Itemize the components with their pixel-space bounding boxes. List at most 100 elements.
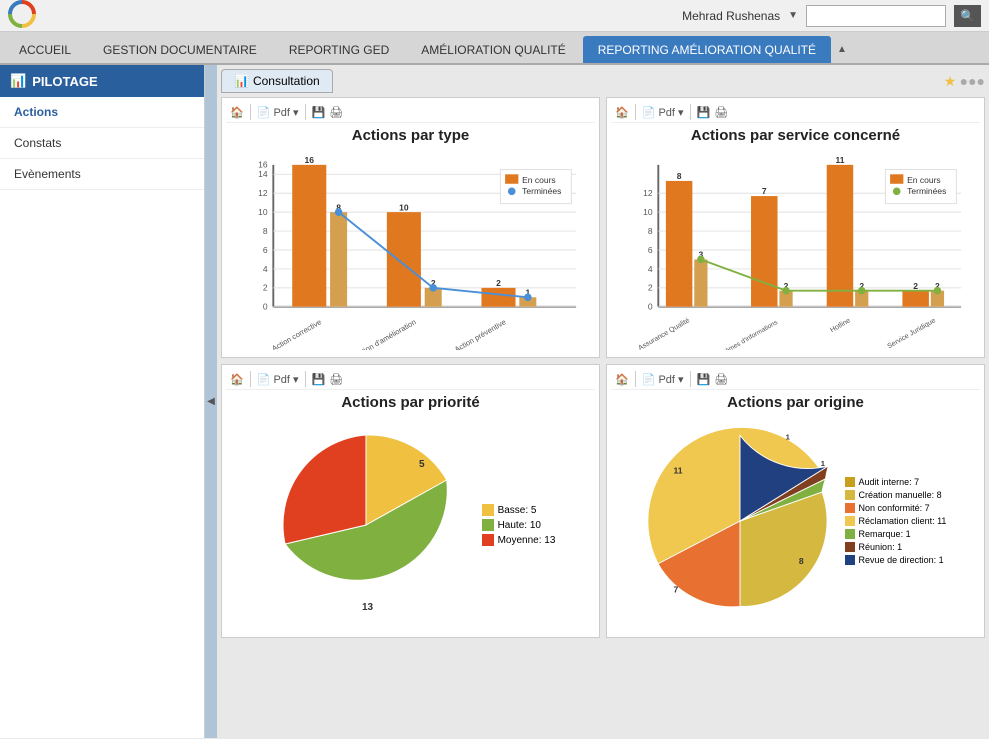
svg-text:8: 8 xyxy=(263,226,268,236)
sidebar-item-actions[interactable]: Actions xyxy=(0,97,204,128)
tab-accueil[interactable]: ACCUEIL xyxy=(4,36,86,63)
chart3-legend: Basse: 5 Haute: 10 Moyenne: 13 xyxy=(482,501,556,549)
svg-text:Assurance Qualité: Assurance Qualité xyxy=(637,316,691,350)
divider-3b xyxy=(305,371,306,387)
toolbar-print-3[interactable]: 🖨 xyxy=(329,373,343,386)
svg-text:2: 2 xyxy=(913,281,918,291)
toolbar-home-3[interactable]: 🏠 xyxy=(230,373,244,386)
search-input[interactable] xyxy=(806,5,946,27)
toolbar-save-2[interactable]: 💾 xyxy=(697,106,711,119)
chart2-svg: 0 2 4 6 8 10 12 8 xyxy=(611,150,980,350)
chart4-legend: Audit interne: 7 Création manuelle: 8 No… xyxy=(845,474,947,568)
search-button[interactable]: 🔍 xyxy=(954,5,981,27)
svg-text:14: 14 xyxy=(258,169,268,179)
user-dropdown-icon[interactable]: ▼ xyxy=(788,10,798,21)
legend-label-revue: Revue de direction: 1 xyxy=(859,555,944,565)
legend-label-nonconf: Non conformité: 7 xyxy=(859,503,930,513)
chart-panel-service: 🏠 📄 Pdf ▾ 💾 🖨 Actions par service concer… xyxy=(606,97,985,358)
tab-gestion[interactable]: GESTION DOCUMENTAIRE xyxy=(88,36,272,63)
svg-text:2: 2 xyxy=(263,283,268,293)
chart3-title: Actions par priorité xyxy=(226,394,595,411)
svg-text:7: 7 xyxy=(673,584,678,594)
chart4-title: Actions par origine xyxy=(611,394,980,411)
svg-text:8: 8 xyxy=(798,556,803,566)
main-layout: 📊 PILOTAGE Actions Constats Evènements ◀… xyxy=(0,65,989,738)
legend-color-basse xyxy=(482,504,494,516)
toolbar-pdf-4[interactable]: 📄 Pdf ▾ xyxy=(642,373,684,386)
legend-label-reunion: Réunion: 1 xyxy=(859,542,903,552)
svg-text:10: 10 xyxy=(399,202,409,212)
svg-text:6: 6 xyxy=(648,245,653,255)
svg-text:11: 11 xyxy=(673,466,682,476)
chart-toolbar-2: 🏠 📄 Pdf ▾ 💾 🖨 xyxy=(611,102,980,123)
divider-3 xyxy=(250,371,251,387)
legend-basse: Basse: 5 xyxy=(482,504,556,516)
toolbar-pdf-1[interactable]: 📄 Pdf ▾ xyxy=(257,106,299,119)
toolbar-save-4[interactable]: 💾 xyxy=(697,373,711,386)
consultation-tab-icon: 📊 xyxy=(234,74,249,88)
legend-reclamation: Réclamation client: 11 xyxy=(845,516,947,526)
bar-amelioration-encours xyxy=(387,212,421,307)
consultation-tab-label: Consultation xyxy=(253,74,320,88)
legend-label-creation: Création manuelle: 8 xyxy=(859,490,942,500)
user-name[interactable]: Mehrad Rushenas xyxy=(682,9,780,23)
content-area: 📊 Consultation ★ ●●● 🏠 📄 Pdf ▾ 💾 🖨 xyxy=(217,65,989,738)
sidebar-header: 📊 PILOTAGE xyxy=(0,65,204,97)
sidebar-item-constats[interactable]: Constats xyxy=(0,128,204,159)
legend-remarque: Remarque: 1 xyxy=(845,529,947,539)
app-logo xyxy=(8,0,36,31)
legend-color-audit xyxy=(845,477,855,487)
chart-panel-priorite: 🏠 📄 Pdf ▾ 💾 🖨 Actions par priorité xyxy=(221,364,600,638)
toolbar-print-4[interactable]: 🖨 xyxy=(714,373,728,386)
svg-text:6: 6 xyxy=(263,245,268,255)
tab-amelioration[interactable]: AMÉLIORATION QUALITÉ xyxy=(406,36,580,63)
toolbar-home-4[interactable]: 🏠 xyxy=(615,373,629,386)
chart-panel-origine: 🏠 📄 Pdf ▾ 💾 🖨 Actions par origine xyxy=(606,364,985,638)
chart1-title: Actions par type xyxy=(226,127,595,144)
legend-color-revue xyxy=(845,555,855,565)
pilotage-icon: 📊 xyxy=(10,73,26,89)
tab-reporting-ged[interactable]: REPORTING GED xyxy=(274,36,404,63)
dots-icon[interactable]: ●●● xyxy=(960,73,985,89)
top-bar: Mehrad Rushenas ▼ 🔍 xyxy=(0,0,989,32)
star-icon[interactable]: ★ xyxy=(944,73,957,89)
chart4-container: 7 8 7 11 1 xyxy=(611,417,980,625)
svg-text:Action préventive: Action préventive xyxy=(453,317,508,350)
divider-4b xyxy=(690,371,691,387)
legend-label-basse: Basse: 5 xyxy=(498,505,537,516)
chart3-pie: 5 10 13 xyxy=(266,425,466,625)
svg-text:Action corrective: Action corrective xyxy=(270,317,323,350)
bar-corrective-encours xyxy=(292,165,326,307)
consultation-tab[interactable]: 📊 Consultation xyxy=(221,69,333,93)
nav-chevron[interactable]: ▲ xyxy=(833,44,851,55)
toolbar-home-2[interactable]: 🏠 xyxy=(615,106,629,119)
chart2-title: Actions par service concerné xyxy=(611,127,980,144)
toolbar-print-2[interactable]: 🖨 xyxy=(714,106,728,119)
chart-toolbar-3: 🏠 📄 Pdf ▾ 💾 🖨 xyxy=(226,369,595,390)
legend-color-remarque xyxy=(845,529,855,539)
sidebar-title: PILOTAGE xyxy=(32,74,97,89)
toolbar-save-3[interactable]: 💾 xyxy=(312,373,326,386)
svg-text:4: 4 xyxy=(648,264,653,274)
tab-reporting-amelioration[interactable]: REPORTING AMÉLIORATION QUALITÉ xyxy=(583,36,831,63)
legend-audit: Audit interne: 7 xyxy=(845,477,947,487)
svg-text:Service Juridique: Service Juridique xyxy=(886,316,937,350)
chart3-container: 5 10 13 Basse: 5 xyxy=(226,417,595,633)
toolbar-print-1[interactable]: 🖨 xyxy=(329,106,343,119)
toolbar-save-1[interactable]: 💾 xyxy=(312,106,326,119)
svg-text:16: 16 xyxy=(258,160,268,170)
svg-text:En cours: En cours xyxy=(522,175,556,185)
nav-tabs: ACCUEIL GESTION DOCUMENTAIRE REPORTING G… xyxy=(0,32,989,65)
charts-grid: 🏠 📄 Pdf ▾ 💾 🖨 Actions par type 0 2 xyxy=(221,97,985,638)
star-icons: ★ ●●● xyxy=(944,73,985,90)
toolbar-pdf-2[interactable]: 📄 Pdf ▾ xyxy=(642,106,684,119)
legend-color-haute xyxy=(482,519,494,531)
toolbar-pdf-3[interactable]: 📄 Pdf ▾ xyxy=(257,373,299,386)
chart4-pie: 7 8 7 11 1 xyxy=(645,421,835,621)
sidebar-item-evenements[interactable]: Evènements xyxy=(0,159,204,190)
svg-text:0: 0 xyxy=(263,302,268,312)
svg-text:Terminées: Terminées xyxy=(522,186,561,196)
svg-text:Action d'amélioration: Action d'amélioration xyxy=(353,317,418,350)
sidebar-collapse-button[interactable]: ◀ xyxy=(205,65,217,738)
toolbar-home-1[interactable]: 🏠 xyxy=(230,106,244,119)
